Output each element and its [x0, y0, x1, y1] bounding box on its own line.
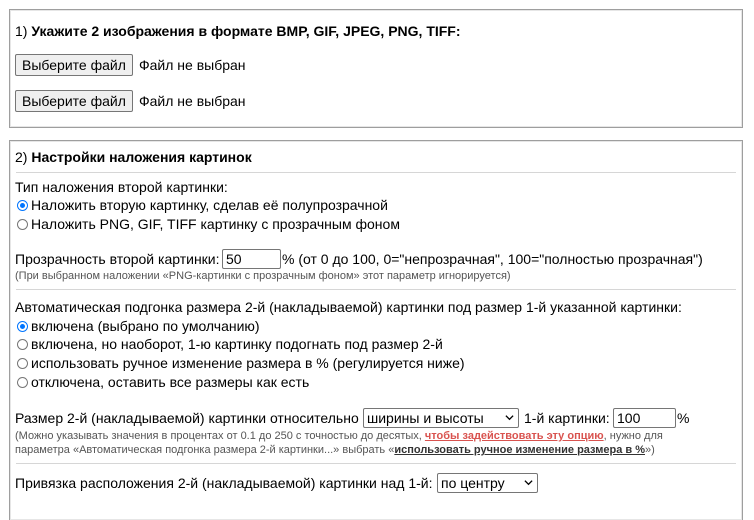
radio-icon[interactable]	[17, 377, 28, 388]
auto-fit-option-on[interactable]: включена (выбрано по умолчанию)	[17, 318, 260, 334]
choose-file-1-button[interactable]: Выберите файл	[15, 54, 133, 76]
size-note-text: (Можно указывать значения в процентах от…	[15, 430, 425, 442]
size-note-text: »)	[645, 444, 655, 456]
overlay-option-label: Наложить PNG, GIF, TIFF картинку с прозр…	[31, 216, 400, 232]
transparency-input[interactable]: 50	[222, 249, 281, 269]
auto-fit-label: Автоматическая подгонка размера 2-й (нак…	[15, 299, 682, 315]
upload-section: 1) Укажите 2 изображения в формате BMP, …	[9, 9, 743, 128]
settings-section: 2) Настройки наложения картинок Тип нало…	[9, 140, 743, 520]
overlay-option-label: Наложить вторую картинку, сделав её полу…	[31, 197, 388, 213]
manual-resize-link[interactable]: использовать ручное изменение размера в …	[394, 444, 645, 456]
enable-option-link[interactable]: чтобы задействовать эту опцию	[425, 430, 604, 442]
upload-heading: 1) Укажите 2 изображения в формате BMP, …	[15, 23, 461, 39]
upload-heading-text: Укажите 2 изображения в формате BMP, GIF…	[31, 23, 461, 39]
transparency-note: (При выбранном наложении «PNG-картинки с…	[15, 270, 511, 282]
radio-icon[interactable]	[17, 339, 28, 350]
size-label-2: 1-й картинки:	[524, 410, 610, 426]
size-relative-select[interactable]: ширины и высоты	[363, 408, 519, 428]
position-select-value: по центру	[441, 475, 505, 491]
settings-heading-text: Настройки наложения картинок	[31, 149, 252, 165]
overlay-option-transparent-bg[interactable]: Наложить PNG, GIF, TIFF картинку с прозр…	[17, 216, 400, 232]
size-suffix: %	[677, 410, 690, 426]
radio-icon[interactable]	[17, 219, 28, 230]
radio-checked-icon[interactable]	[17, 200, 28, 211]
radio-icon[interactable]	[17, 358, 28, 369]
overlay-type-label: Тип наложения второй картинки:	[15, 179, 228, 195]
divider	[16, 289, 736, 290]
divider	[16, 172, 736, 173]
size-percent-input[interactable]: 100	[613, 408, 676, 428]
auto-fit-option-label: отключена, оставить все размеры как есть	[31, 374, 310, 390]
upload-heading-number: 1)	[15, 23, 32, 39]
auto-fit-option-label: использовать ручное изменение размера в …	[31, 355, 465, 371]
radio-checked-icon[interactable]	[17, 321, 28, 332]
size-note-text: , нужно для	[603, 430, 663, 442]
chevron-down-icon	[524, 480, 533, 486]
size-relative-select-value: ширины и высоты	[367, 410, 484, 426]
auto-fit-option-label: включена (выбрано по умолчанию)	[31, 318, 260, 334]
settings-heading: 2) Настройки наложения картинок	[15, 149, 252, 165]
file-1-status: Файл не выбран	[139, 57, 246, 73]
file-2-status: Файл не выбран	[139, 93, 246, 109]
transparency-suffix: % (от 0 до 100, 0="непрозрачная", 100="п…	[282, 251, 703, 267]
size-note-text: параметра «Автоматическая подгонка разме…	[15, 444, 395, 456]
divider	[16, 463, 736, 464]
position-select[interactable]: по центру	[437, 473, 538, 493]
settings-heading-number: 2)	[15, 149, 32, 165]
chevron-down-icon	[505, 415, 514, 421]
transparency-label: Прозрачность второй картинки:	[15, 251, 220, 267]
auto-fit-option-reverse[interactable]: включена, но наоборот, 1-ю картинку подо…	[17, 336, 443, 352]
auto-fit-option-label: включена, но наоборот, 1-ю картинку подо…	[31, 336, 443, 352]
auto-fit-option-off[interactable]: отключена, оставить все размеры как есть	[17, 374, 309, 390]
auto-fit-option-manual[interactable]: использовать ручное изменение размера в …	[17, 355, 465, 371]
choose-file-2-button[interactable]: Выберите файл	[15, 90, 133, 112]
position-label: Привязка расположения 2-й (накладываемой…	[15, 475, 433, 491]
overlay-option-semitransparent[interactable]: Наложить вторую картинку, сделав её полу…	[17, 197, 388, 213]
size-note-line-1: (Можно указывать значения в процентах от…	[15, 430, 663, 442]
size-label: Размер 2-й (накладываемой) картинки отно…	[15, 410, 359, 426]
size-note-line-2: параметра «Автоматическая подгонка разме…	[15, 444, 655, 456]
